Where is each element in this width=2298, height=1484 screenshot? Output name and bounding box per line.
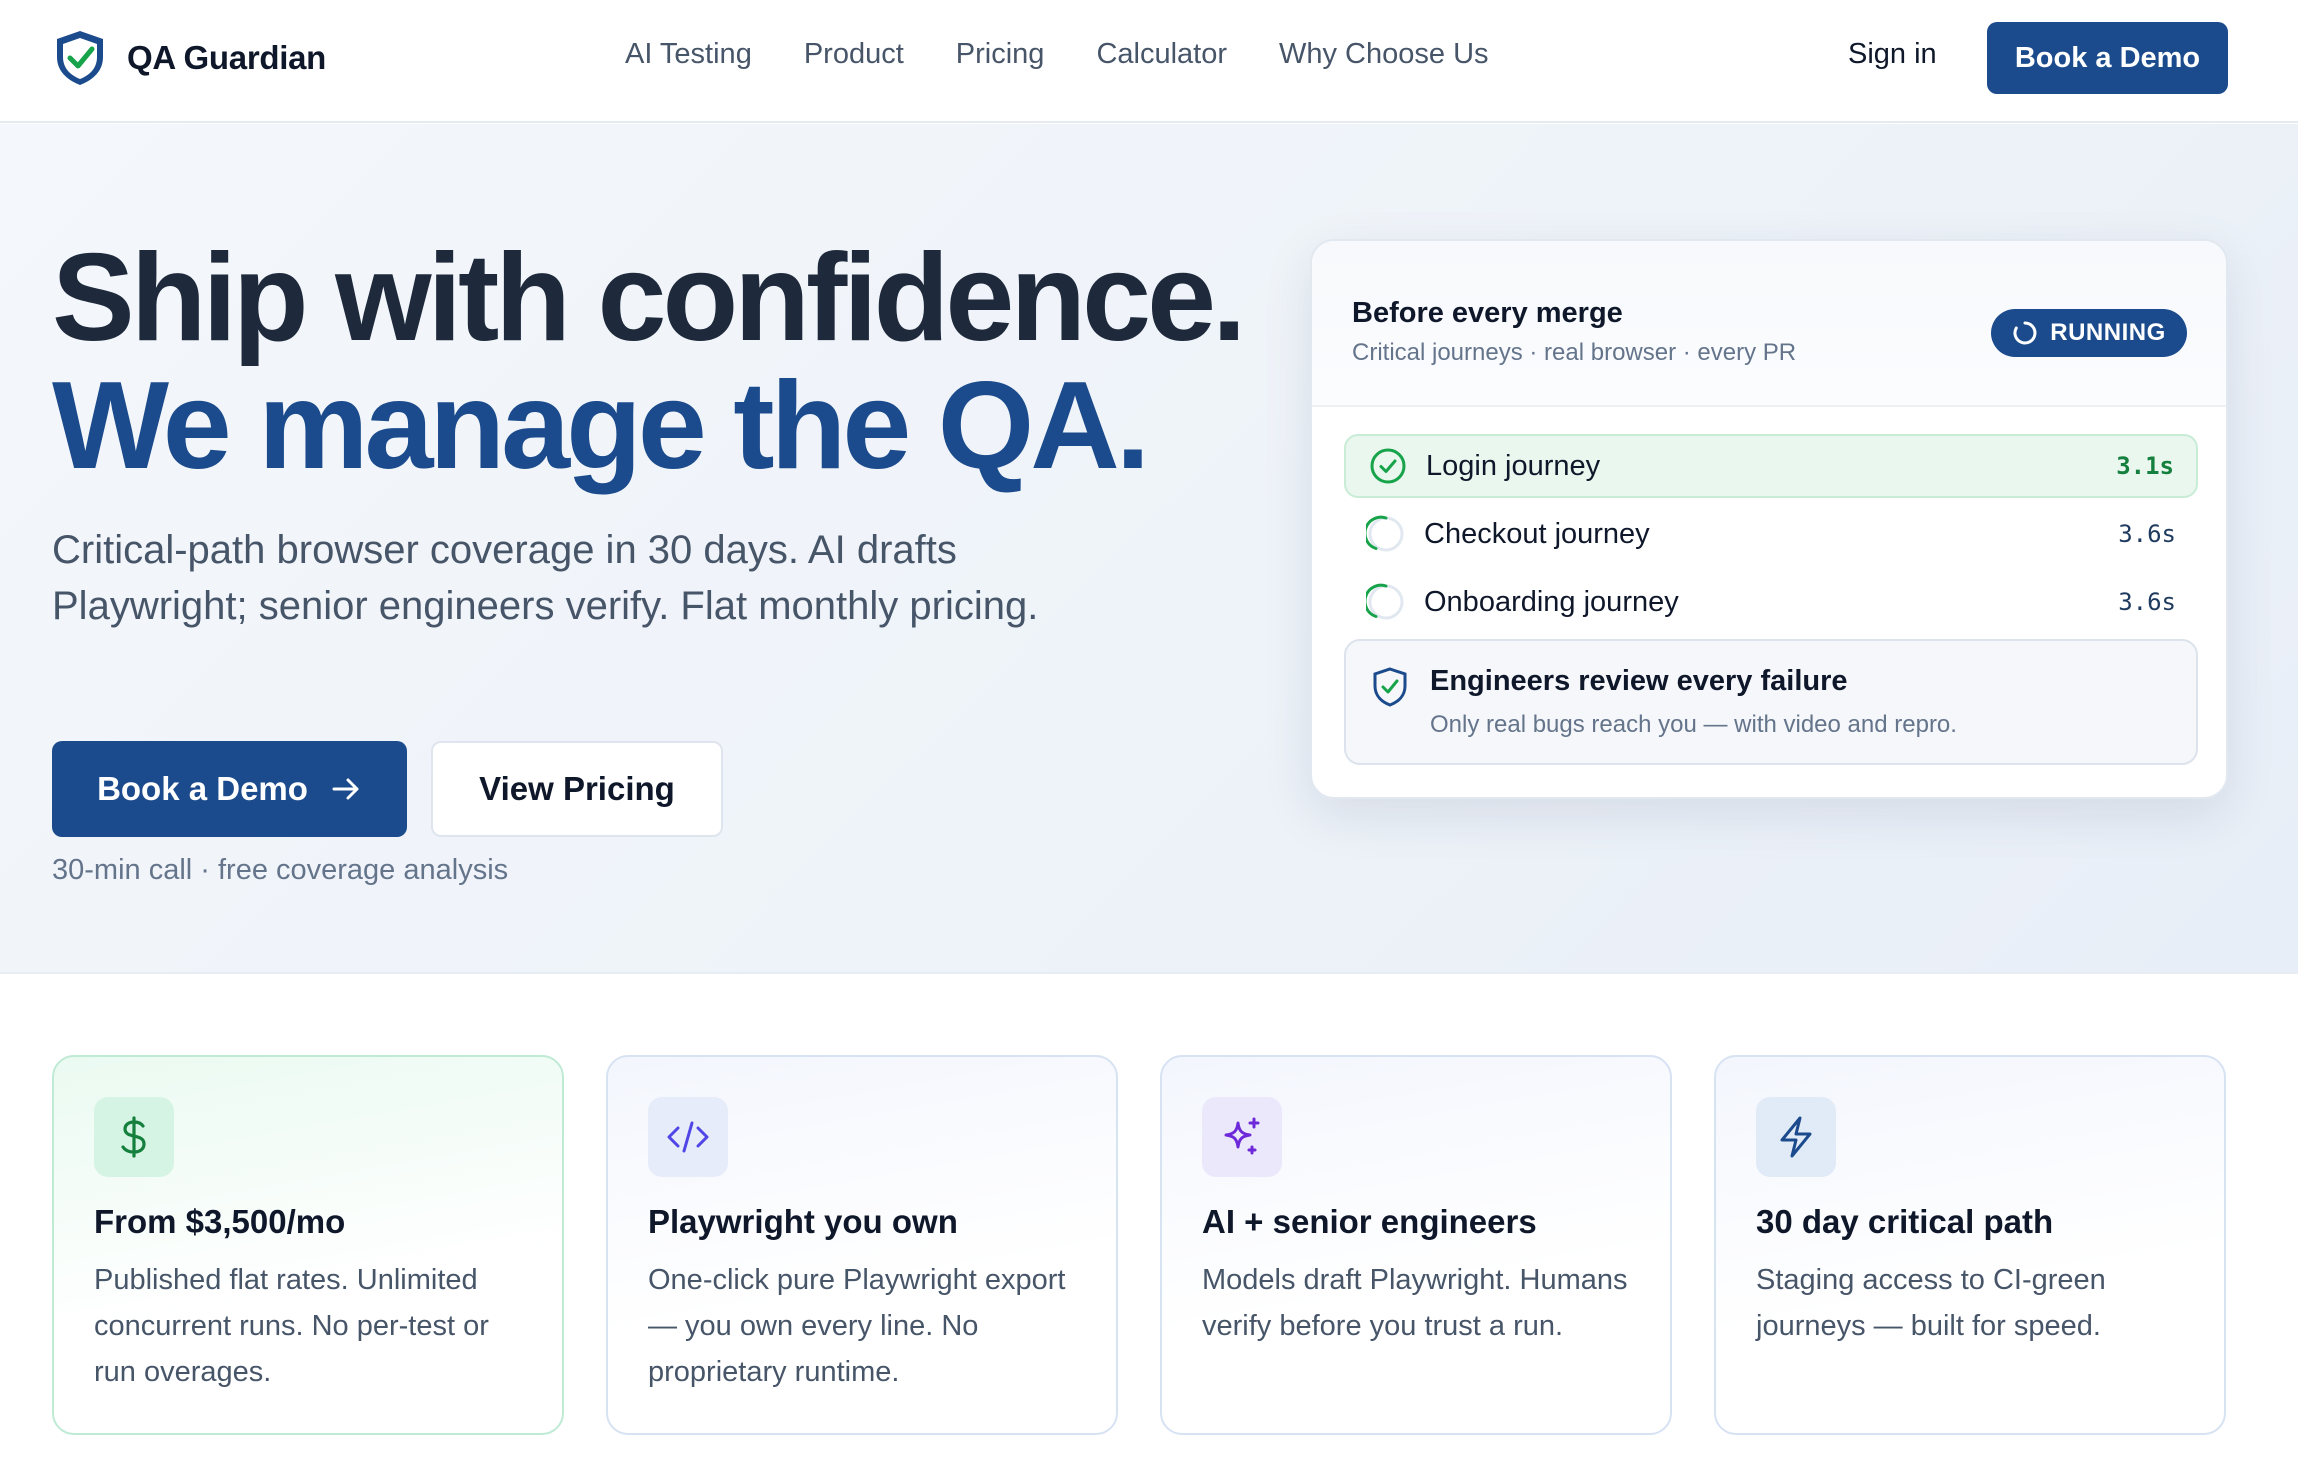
arrow-right-icon — [332, 778, 359, 800]
view-pricing-button[interactable]: View Pricing — [431, 741, 723, 837]
nav-link-pricing[interactable]: Pricing — [956, 38, 1045, 71]
progress-ring-icon — [1366, 515, 1404, 552]
book-demo-hero-label: Book a Demo — [97, 770, 308, 807]
sign-in-link[interactable]: Sign in — [1848, 38, 1937, 71]
running-status-label: RUNNING — [2050, 319, 2166, 346]
dollar-icon — [94, 1097, 174, 1177]
review-subtitle: Only real bugs reach you — with video an… — [1430, 711, 1957, 738]
job-time: 3.6s — [2118, 588, 2176, 616]
nav-links: AI Testing Product Pricing Calculator Wh… — [625, 38, 1489, 71]
feature-description: Published flat rates. Unlimited concurre… — [94, 1264, 489, 1388]
running-status-badge: RUNNING — [1991, 309, 2187, 357]
feature-card-pricing: From $3,500/mo Published flat rates. Unl… — [52, 1055, 564, 1435]
feature-title: Playwright you own — [648, 1203, 958, 1240]
progress-ring-icon — [1366, 583, 1404, 620]
spinner-icon — [2013, 321, 2037, 345]
feature-description: Staging access to CI-green journeys — bu… — [1756, 1264, 2106, 1342]
hero-subtitle: Critical-path browser coverage in 30 day… — [52, 528, 1039, 628]
run-card-subtitle: Critical journeys · real browser · every… — [1352, 339, 1797, 366]
job-label: Checkout journey — [1424, 517, 1650, 550]
hero-note: 30-min call · free coverage analysis — [52, 854, 509, 886]
run-card-title: Before every merge — [1352, 297, 1623, 329]
lightning-icon — [1756, 1097, 1836, 1177]
job-time: 3.6s — [2118, 520, 2176, 548]
merge-run-card: Before every merge Critical journeys · r… — [1310, 239, 2228, 799]
shield-check-icon — [1373, 667, 1407, 707]
feature-title: 30 day critical path — [1756, 1203, 2054, 1240]
brand-logo[interactable]: QA Guardian — [53, 28, 326, 88]
feature-title: From $3,500/mo — [94, 1203, 346, 1240]
brand-name: QA Guardian — [127, 39, 327, 76]
review-title: Engineers review every failure — [1430, 665, 1848, 697]
job-row-login: Login journey 3.1s — [1344, 434, 2198, 498]
feature-card-ai-engineers: AI + senior engineers Models draft Playw… — [1160, 1055, 1672, 1435]
book-demo-hero-button[interactable]: Book a Demo — [52, 741, 407, 837]
job-label: Onboarding journey — [1424, 585, 1679, 618]
nav-link-ai-testing[interactable]: AI Testing — [625, 38, 752, 71]
job-row-checkout: Checkout journey 3.6s — [1344, 502, 2198, 566]
nav-link-calculator[interactable]: Calculator — [1096, 38, 1227, 71]
hero-headline-line2: We manage the QA. — [52, 357, 1150, 495]
run-card-header: Before every merge Critical journeys · r… — [1312, 241, 2226, 407]
hero-section: Ship with confidence. We manage the QA. … — [0, 124, 2298, 974]
feature-card-playwright: Playwright you own One-click pure Playwr… — [606, 1055, 1118, 1435]
nav-link-product[interactable]: Product — [804, 38, 904, 71]
job-time: 3.1s — [2116, 452, 2174, 480]
job-label: Login journey — [1426, 449, 1601, 482]
shield-check-icon — [57, 31, 103, 85]
feature-description: One-click pure Playwright export — you o… — [648, 1264, 1066, 1388]
hero-headline-line1: Ship with confidence. — [52, 229, 1247, 367]
nav-link-why-choose-us[interactable]: Why Choose Us — [1279, 38, 1489, 71]
feature-title: AI + senior engineers — [1202, 1203, 1537, 1240]
job-row-onboarding: Onboarding journey 3.6s — [1344, 570, 2198, 634]
book-demo-nav-button[interactable]: Book a Demo — [1987, 22, 2228, 94]
top-nav: QA Guardian AI Testing Product Pricing C… — [0, 0, 2298, 123]
engineer-review-box: Engineers review every failure Only real… — [1344, 639, 2198, 765]
code-icon — [648, 1097, 728, 1177]
check-circle-icon — [1370, 448, 1406, 484]
feature-card-critical-path: 30 day critical path Staging access to C… — [1714, 1055, 2226, 1435]
hero-headline: Ship with confidence. We manage the QA. — [52, 229, 1247, 495]
sparkles-icon — [1202, 1097, 1282, 1177]
feature-description: Models draft Playwright. Humans verify b… — [1202, 1264, 1628, 1342]
